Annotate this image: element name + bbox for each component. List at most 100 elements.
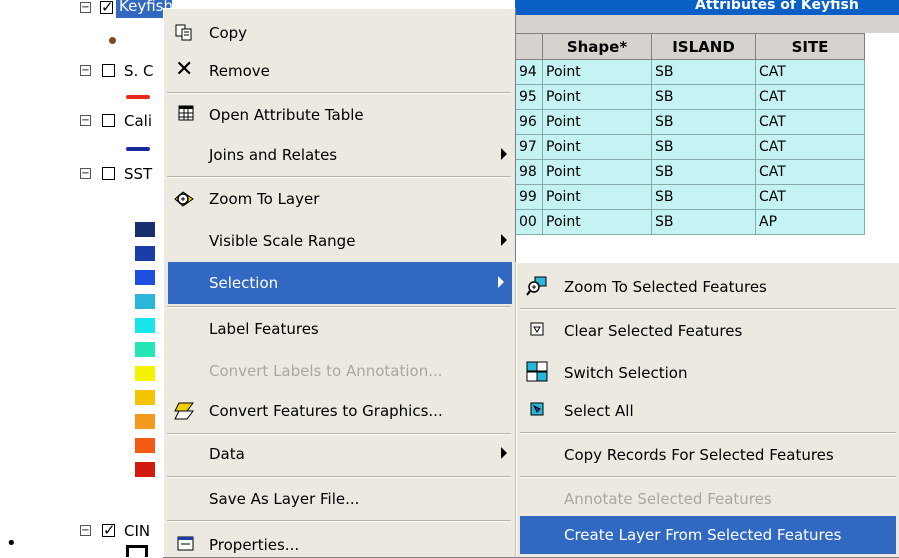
site-cell[interactable]: CAT [755,84,865,110]
submenu-item-label: Copy Records For Selected Features [564,446,834,464]
menu-item-label: Data [209,445,245,463]
table-row[interactable]: 96 Point SB CAT [515,109,865,135]
sst-swatch [135,414,155,429]
menu-item-data[interactable]: Data [163,433,515,475]
grid-header-row: Shape* ISLAND SITE [515,33,865,60]
row-id-cell: 95 [515,84,543,110]
island-cell[interactable]: SB [651,184,756,210]
row-id-cell: 94 [515,59,543,85]
shape-cell[interactable]: Point [542,59,652,85]
table-row[interactable]: 99 Point SB CAT [515,184,865,210]
collapse-icon[interactable]: − [80,115,91,126]
shape-cell[interactable]: Point [542,109,652,135]
layer-visibility-checkbox[interactable] [102,167,115,180]
menu-item-label: Save As Layer File... [209,490,360,508]
collapse-icon[interactable]: − [80,168,91,179]
table-icon [177,105,195,123]
site-cell[interactable]: CAT [755,59,865,85]
menu-item-remove[interactable]: ✕ Remove [163,50,515,92]
submenu-item-label: Switch Selection [564,364,688,382]
submenu-item-annotate-selected-features: Annotate Selected Features [516,478,899,520]
menu-item-selection[interactable]: Selection [168,262,512,304]
layer-visibility-checkbox[interactable] [100,0,114,16]
row-id-header [515,33,543,60]
submenu-item-switch-selection[interactable]: Switch Selection [516,352,899,394]
shape-cell[interactable]: Point [542,159,652,185]
site-cell[interactable]: AP [755,209,865,235]
collapse-icon[interactable]: − [80,2,91,13]
menu-item-label: Label Features [209,320,319,338]
menu-item-joins-and-relates[interactable]: Joins and Relates [163,134,515,176]
table-row[interactable]: 97 Point SB CAT [515,134,865,160]
island-cell[interactable]: SB [651,134,756,160]
toc-layer-label: Cali [124,112,153,130]
layer-visibility-checkbox[interactable] [102,64,115,77]
point-symbol-icon [109,37,116,44]
menu-item-label: Convert Features to Graphics... [209,402,443,420]
submenu-item-create-layer-from-selected-features[interactable]: Create Layer From Selected Features [520,516,896,554]
menu-item-properties[interactable]: Properties... [163,520,515,557]
collapse-icon[interactable]: − [80,525,91,536]
submenu-item-copy-records-for-selected-features[interactable]: Copy Records For Selected Features [516,434,899,476]
attribute-window-title-bar[interactable]: Attributes of Keyfish [515,0,899,15]
shape-cell[interactable]: Point [542,84,652,110]
attribute-window-frame [515,15,899,33]
sst-swatch [135,462,155,477]
column-header-site[interactable]: SITE [755,33,865,60]
toc-layer-keyfish[interactable]: − Keyfish [72,0,173,18]
layer-visibility-checkbox[interactable] [102,521,116,539]
clear-selection-icon [528,321,546,339]
island-cell[interactable]: SB [651,109,756,135]
submenu-item-clear-selected-features[interactable]: Clear Selected Features [516,310,899,352]
table-row[interactable]: 00 Point SB AP [515,209,865,235]
submenu-arrow-icon [498,276,504,288]
select-all-icon [528,401,546,419]
menu-item-save-as-layer-file[interactable]: Save As Layer File... [163,478,515,520]
island-cell[interactable]: SB [651,209,756,235]
table-row[interactable]: 94 Point SB CAT [515,59,865,85]
menu-item-open-attribute-table[interactable]: Open Attribute Table [163,94,515,136]
submenu-item-label: Create Layer From Selected Features [564,526,842,544]
bullet: • [6,533,17,554]
column-header-shape[interactable]: Shape* [542,33,652,60]
site-cell[interactable]: CAT [755,159,865,185]
submenu-item-select-all[interactable]: Select All [516,390,899,432]
zoom-selected-icon [526,275,547,296]
collapse-icon[interactable]: − [80,65,91,76]
island-cell[interactable]: SB [651,159,756,185]
shape-cell[interactable]: Point [542,184,652,210]
submenu-item-label: Select All [564,402,634,420]
site-cell[interactable]: CAT [755,184,865,210]
layer-context-menu: Copy ✕ Remove Open Attribute Table Joins… [163,8,516,558]
menu-item-zoom-to-layer[interactable]: Zoom To Layer [163,178,515,220]
shape-cell[interactable]: Point [542,134,652,160]
menu-item-visible-scale-range[interactable]: Visible Scale Range [163,220,515,262]
blue-line-symbol [126,147,150,151]
site-cell[interactable]: CAT [755,109,865,135]
layer-visibility-checkbox[interactable] [102,114,115,127]
menu-item-label: Selection [209,274,279,292]
island-cell[interactable]: SB [651,59,756,85]
menu-item-label: Copy [209,24,248,42]
table-row[interactable]: 95 Point SB CAT [515,84,865,110]
submenu-item-zoom-to-selected-features[interactable]: Zoom To Selected Features [516,266,899,308]
menu-item-convert-features-to-graphics[interactable]: Convert Features to Graphics... [163,390,515,432]
selection-submenu: Zoom To Selected Features Clear Selected… [515,262,899,558]
sst-swatch [135,246,155,261]
column-header-island[interactable]: ISLAND [651,33,756,60]
row-id-cell: 00 [515,209,543,235]
red-line-symbol [126,95,150,99]
submenu-arrow-icon [501,234,507,246]
menu-item-label-features[interactable]: Label Features [163,308,515,350]
toc-layer-label: CIN [124,522,151,540]
menu-item-label: Remove [209,62,270,80]
shape-cell[interactable]: Point [542,209,652,235]
menu-item-copy[interactable]: Copy [163,12,515,54]
sst-swatch [135,294,155,309]
site-cell[interactable]: CAT [755,134,865,160]
row-id-cell: 96 [515,109,543,135]
table-row[interactable]: 98 Point SB CAT [515,159,865,185]
island-cell[interactable]: SB [651,84,756,110]
convert-graphics-icon [173,401,194,420]
properties-icon [177,534,195,552]
